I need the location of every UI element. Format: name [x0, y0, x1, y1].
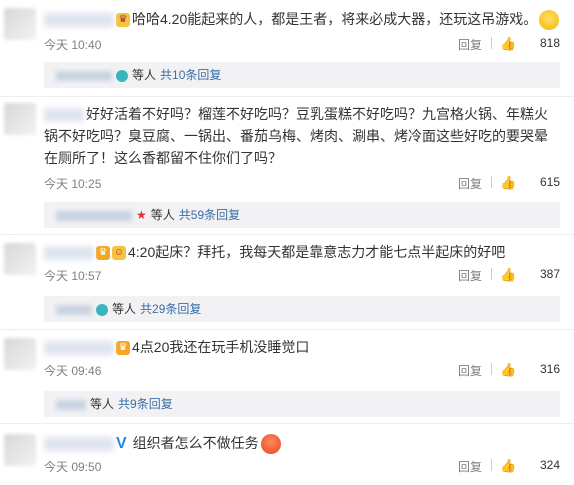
comment-body: ♛ 4点20我还在玩手机没睡觉口 [44, 336, 560, 358]
avatar[interactable] [4, 338, 36, 370]
timestamp: 今天 10:25 [44, 177, 102, 191]
comment-body: ♛ 哈哈4.20能起来的人，都是王者，将来必成大器，还玩这吊游戏。 [44, 8, 560, 31]
like-button[interactable]: 👍 316 [500, 360, 560, 380]
username-blurred[interactable] [44, 13, 114, 28]
reply-button[interactable]: 回复 [458, 267, 482, 284]
crown-badge-icon: ♛ [116, 13, 130, 28]
member-icon [96, 303, 108, 316]
avatar[interactable] [4, 103, 36, 135]
timestamp: 今天 09:46 [44, 364, 102, 378]
comment-meta: 今天 10:40 回复 👍 818 [44, 34, 560, 54]
verified-v-icon: V [116, 435, 127, 453]
replies-count-link[interactable]: 共10条回复 [160, 68, 221, 82]
replies-count-link[interactable]: 共9条回复 [118, 397, 173, 411]
comment-item: ♛ 4点20我还在玩手机没睡觉口 今天 09:46 回复 👍 316 [0, 330, 574, 384]
divider [491, 37, 492, 49]
vip-badge-icon: ♛ [116, 341, 130, 356]
star-icon: ★ [136, 208, 147, 222]
reply-author-blurred [56, 70, 112, 81]
divider [491, 459, 492, 471]
reply-button[interactable]: 回复 [458, 362, 482, 379]
comment-item: ♛ 哈哈4.20能起来的人，都是王者，将来必成大器，还玩这吊游戏。 今天 10:4… [0, 0, 574, 60]
vip-badge-icon: ♛ [96, 246, 110, 261]
replies-suffix: 等人 [150, 208, 175, 222]
timestamp: 今天 10:57 [44, 269, 102, 283]
member-icon [116, 69, 128, 82]
like-button[interactable]: 👍 615 [500, 173, 560, 193]
like-count: 324 [539, 458, 560, 472]
laughing-face-icon [539, 10, 560, 31]
comment-item: V 组织者怎么不做任务 今天 09:50 回复 👍 324 [0, 424, 574, 485]
divider [491, 268, 492, 280]
comment-item: 好好活着不好吗？榴莲不好吃吗？豆乳蛋糕不好吃吗？九宫格火锅、年糕火锅不好吃吗？臭… [0, 97, 574, 197]
like-count: 387 [539, 267, 560, 281]
comment-item: ♛ ☺ 4:20起床？拜托，我每天都是靠意志力才能七点半起床的好吧 今天 10:57… [0, 235, 574, 295]
thumbs-up-icon: 👍 [500, 267, 517, 282]
timestamp: 今天 10:40 [44, 38, 102, 52]
avatar[interactable] [4, 8, 36, 40]
timestamp: 今天 09:50 [44, 460, 102, 474]
like-count: 316 [539, 362, 560, 376]
replies-summary[interactable]: ★ 等人 共59条回复 [44, 202, 560, 228]
comment-body: V 组织者怎么不做任务 [44, 432, 560, 455]
thumbs-up-icon: 👍 [500, 458, 517, 473]
like-button[interactable]: 👍 324 [500, 456, 560, 476]
comment-text: 哈哈4.20能起来的人，都是王者，将来必成大器，还玩这吊游戏。 [132, 11, 538, 27]
avatar[interactable] [4, 434, 36, 466]
divider [491, 176, 492, 188]
divider [491, 363, 492, 375]
username-blurred[interactable] [44, 437, 114, 452]
comment-text: 4点20我还在玩手机没睡觉口 [132, 339, 310, 355]
reply-button[interactable]: 回复 [458, 458, 482, 475]
replies-count-link[interactable]: 共59条回复 [179, 208, 240, 222]
comment-meta: 今天 09:50 回复 👍 324 [44, 456, 560, 476]
thumbs-up-icon: 👍 [500, 175, 517, 190]
replies-summary[interactable]: 等人 共29条回复 [44, 296, 560, 322]
comment-text: 好好活着不好吗？榴莲不好吃吗？豆乳蛋糕不好吃吗？九宫格火锅、年糕火锅不好吃吗？臭… [44, 106, 548, 166]
replies-summary[interactable]: 等人 共9条回复 [44, 391, 560, 417]
comment-feed: ♛ 哈哈4.20能起来的人，都是王者，将来必成大器，还玩这吊游戏。 今天 10:4… [0, 0, 574, 485]
username-blurred[interactable] [44, 341, 114, 356]
comment-body: 好好活着不好吗？榴莲不好吃吗？豆乳蛋糕不好吃吗？九宫格火锅、年糕火锅不好吃吗？臭… [44, 103, 560, 169]
comment-meta: 今天 10:57 回复 👍 387 [44, 265, 560, 285]
comment-meta: 今天 09:46 回复 👍 316 [44, 360, 560, 380]
thumbs-up-icon: 👍 [500, 36, 517, 51]
replies-suffix: 等人 [112, 302, 137, 316]
username-blurred[interactable] [44, 108, 84, 123]
replies-count-link[interactable]: 共29条回复 [140, 302, 201, 316]
angry-face-icon [260, 434, 281, 455]
comment-body: ♛ ☺ 4:20起床？拜托，我每天都是靠意志力才能七点半起床的好吧 [44, 241, 560, 263]
replies-suffix: 等人 [90, 397, 115, 411]
face-badge-icon: ☺ [112, 246, 126, 261]
like-button[interactable]: 👍 387 [500, 265, 560, 285]
reply-author-blurred [56, 210, 132, 221]
username-blurred[interactable] [44, 246, 94, 261]
avatar[interactable] [4, 243, 36, 275]
like-count: 818 [539, 36, 560, 50]
thumbs-up-icon: 👍 [500, 362, 517, 377]
comment-text: 4:20起床？拜托，我每天都是靠意志力才能七点半起床的好吧 [128, 244, 506, 260]
comment-text: 组织者怎么不做任务 [132, 435, 259, 451]
like-count: 615 [539, 175, 560, 189]
replies-suffix: 等人 [132, 68, 157, 82]
comment-meta: 今天 10:25 回复 👍 615 [44, 173, 560, 193]
replies-summary[interactable]: 等人 共10条回复 [44, 62, 560, 88]
reply-author-blurred [56, 399, 86, 410]
reply-button[interactable]: 回复 [458, 36, 482, 53]
reply-button[interactable]: 回复 [458, 175, 482, 192]
reply-author-blurred [56, 304, 92, 315]
like-button[interactable]: 👍 818 [500, 34, 560, 54]
